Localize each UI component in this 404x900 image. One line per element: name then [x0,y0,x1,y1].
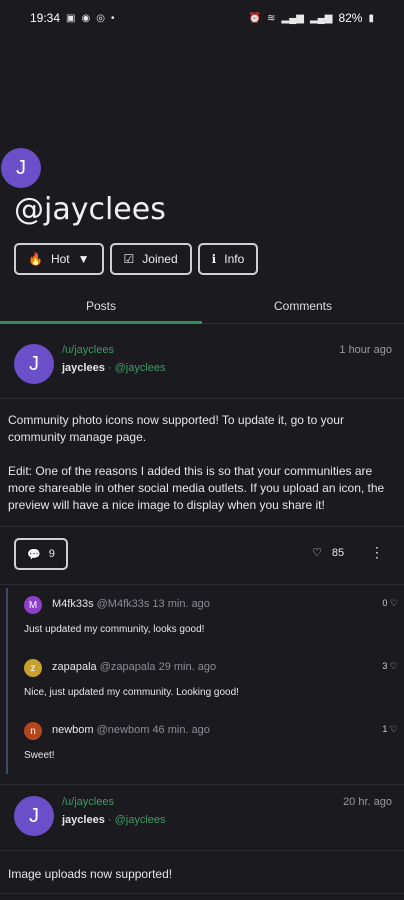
post-community-link[interactable]: /u/jayclees [62,344,114,356]
author-username: @jayclees [114,362,166,374]
comment-text: Sweet! [24,750,55,761]
whatsapp-icon: ◉ [81,12,91,24]
post-time: 20 hr. ago [343,796,392,808]
battery-level: 82% [338,11,363,25]
comment-score[interactable]: 0 ♡ [382,598,398,609]
tab-comments[interactable]: Comments [202,290,404,323]
signal-icon: ▂▄▆ [281,12,304,24]
status-time: 19:34 [30,11,61,25]
profile-avatar[interactable]: J [1,148,41,188]
post-author[interactable]: jayclees · @jayclees [62,362,166,374]
comment-count: 9 [48,548,55,560]
post-time: 1 hour ago [339,344,392,356]
comment-meta: @zapapala 29 min. ago [99,661,217,673]
status-bar: 19:34 ▣ ◉ ◎ • ⏰ ≋ ▂▄▆ ▂▄▆ 82% ▮ [0,0,404,36]
post-header[interactable]: J /u/jayclees jayclees · @jayclees 20 hr… [14,796,394,840]
comment-user[interactable]: newbom @newbom 46 min. ago [52,724,210,736]
post-author[interactable]: jayclees · @jayclees [62,814,166,826]
flame-icon: 🔥 [28,252,43,266]
comments-button[interactable]: 💬 9 [14,538,68,570]
signal-icon: ▂▄▆ [309,12,333,24]
score-value: 1 [382,724,388,734]
comment-score[interactable]: 3 ♡ [382,661,398,672]
author-separator: · [107,814,112,826]
comment-text: Nice, just updated my community. Looking… [24,687,239,698]
comment-icon: 💬 [27,548,41,561]
divider [0,526,404,527]
comment-username: M4fk33s [52,598,94,610]
comment-user[interactable]: zapapala @zapapala 29 min. ago [52,661,216,673]
post-avatar[interactable]: J [14,796,54,836]
post-actions: 💬 9 ♡ 85 ⋮ [0,538,404,574]
post-avatar[interactable]: J [14,344,54,384]
joined-button[interactable]: ☑ Joined [109,243,192,275]
author-username: @jayclees [114,814,166,826]
comment-thread: M M4fk33s @M4fk33s 13 min. ago 0 ♡ Just … [6,588,404,774]
joined-label: Joined [142,252,178,266]
heart-icon: ♡ [389,661,398,671]
info-label: Info [224,252,245,266]
caret-down-icon: ▼ [77,252,90,266]
post-community-link[interactable]: /u/jayclees [62,796,114,808]
author-name: jayclees [62,362,105,374]
comment-meta: @newbom 46 min. ago [96,724,210,736]
post-body[interactable]: Community photo icons now supported! To … [8,412,400,514]
comment-text: Just updated my community, looks good! [24,624,205,635]
more-options-icon[interactable]: ⋮ [370,544,384,561]
author-name: jayclees [62,814,105,826]
instagram-icon: ◎ [96,12,105,24]
heart-icon: ♡ [312,547,322,559]
divider [0,850,404,851]
info-icon: ℹ [211,252,217,266]
info-button[interactable]: ℹ Info [197,243,259,275]
profile-handle: @jayclees [14,192,166,227]
sort-label: Hot [50,252,70,266]
sort-hot-button[interactable]: 🔥 Hot ▼ [14,243,104,275]
comment-meta: @M4fk33s 13 min. ago [96,598,210,610]
gallery-icon: ▣ [66,12,76,24]
alarm-icon: ⏰ [248,12,262,24]
comment-username: newbom [52,724,94,736]
comment-avatar[interactable]: M [24,596,42,614]
heart-icon: ♡ [389,598,398,608]
score-value: 3 [382,661,388,671]
post-header[interactable]: J /u/jayclees jayclees · @jayclees 1 hou… [14,344,394,388]
tab-posts[interactable]: Posts [0,290,202,324]
post-paragraph: Edit: One of the reasons I added this is… [8,464,385,512]
divider [0,584,404,585]
dot-icon: • [110,12,115,24]
like-count: 85 [331,546,345,559]
author-separator: · [107,362,112,374]
battery-icon: ▮ [368,12,374,24]
heart-icon: ♡ [389,724,398,734]
comment-score[interactable]: 1 ♡ [382,724,398,735]
comment-username: zapapala [52,661,97,673]
divider [0,784,404,785]
comment-avatar[interactable]: n [24,722,42,740]
profile-actions: 🔥 Hot ▼ ☑ Joined ℹ Info [14,243,259,275]
comment-avatar[interactable]: z [24,659,42,677]
tab-bar: Posts Comments [0,290,404,324]
divider [0,398,404,399]
wifi-icon: ≋ [267,12,276,24]
score-value: 0 [382,598,388,608]
post-paragraph: Community photo icons now supported! To … [8,413,344,444]
comment-user[interactable]: M4fk33s @M4fk33s 13 min. ago [52,598,210,610]
post-body[interactable]: Image uploads now supported! [8,866,400,883]
checkbox-icon: ☑ [123,252,135,266]
divider [0,893,404,894]
like-button[interactable]: ♡ 85 [312,546,345,560]
